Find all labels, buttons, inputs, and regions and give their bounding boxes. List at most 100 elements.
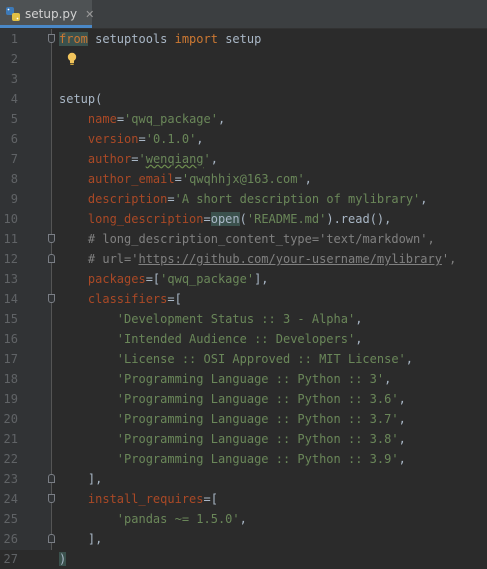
code-line[interactable]: 27)	[0, 549, 487, 569]
fold-close-icon[interactable]	[48, 534, 55, 543]
code-token: ,	[398, 392, 406, 406]
code-line[interactable]: 13 packages=['qwq_package'],	[0, 269, 487, 289]
code-line[interactable]: 6 version='0.1.0',	[0, 129, 487, 149]
code-token: install_requires	[87, 492, 204, 506]
fold-open-icon[interactable]	[48, 234, 55, 243]
code-line[interactable]: 17 'License :: OSI Approved :: MIT Licen…	[0, 349, 487, 369]
tab-label: setup.py	[25, 7, 78, 21]
code-token: 'A short description of mylibrary'	[174, 192, 421, 206]
code-text: ],	[59, 529, 102, 549]
code-token: =	[174, 172, 182, 186]
code-line[interactable]: 11 # long_description_content_type='text…	[0, 229, 487, 249]
fold-open-icon[interactable]	[48, 494, 55, 503]
code-token: '	[138, 152, 146, 166]
fold-open-icon[interactable]	[48, 34, 55, 43]
code-token: https://github.com/your-username/mylibra…	[138, 252, 442, 266]
code-token: 'Programming Language :: Python :: 3.6'	[116, 392, 399, 406]
code-line[interactable]: 23 ],	[0, 469, 487, 489]
code-token: version	[87, 132, 139, 146]
code-token: # url='	[87, 252, 139, 266]
code-token: setup	[217, 32, 262, 46]
code-line[interactable]: 20 'Programming Language :: Python :: 3.…	[0, 409, 487, 429]
code-token: =	[138, 132, 146, 146]
code-token: =	[131, 152, 139, 166]
code-line[interactable]: 25 'pandas ~= 1.5.0',	[0, 509, 487, 529]
code-text: 'Programming Language :: Python :: 3.8',	[59, 429, 406, 449]
code-token: 'qwq_package'	[124, 112, 218, 126]
line-number: 20	[3, 412, 18, 426]
code-token: =	[167, 192, 175, 206]
code-line[interactable]: 12 # url='https://github.com/your-userna…	[0, 249, 487, 269]
code-line[interactable]: 3	[0, 69, 487, 89]
line-number: 13	[3, 272, 18, 286]
code-token: ,	[217, 112, 226, 126]
code-token: 'Programming Language :: Python :: 3.9'	[116, 452, 399, 466]
code-line[interactable]: 15 'Development Status :: 3 - Alpha',	[0, 309, 487, 329]
code-line[interactable]: 22 'Programming Language :: Python :: 3.…	[0, 449, 487, 469]
line-number: 6	[10, 132, 18, 146]
code-line[interactable]: 4 setup(	[0, 89, 487, 109]
code-token: 'qwq_package'	[160, 272, 255, 286]
code-line[interactable]: 1 from setuptools import setup	[0, 29, 487, 49]
code-line[interactable]: 10 long_description=open('README.md').re…	[0, 209, 487, 229]
code-token: ,	[384, 372, 392, 386]
code-token: 'Programming Language :: Python :: 3'	[116, 372, 385, 386]
code-token: classifiers	[87, 292, 168, 306]
code-line[interactable]: 5 name='qwq_package',	[0, 109, 487, 129]
fold-close-icon[interactable]	[48, 254, 55, 263]
code-editor[interactable]: 1 from setuptools import setup 2 3 4 setup(5 …	[0, 29, 487, 566]
code-text: packages=['qwq_package'],	[59, 269, 269, 289]
code-token: =[	[145, 272, 161, 286]
code-token: 'Intended Audience :: Developers'	[116, 332, 356, 346]
close-icon[interactable]: ✕	[85, 9, 94, 20]
code-token: packages	[87, 272, 146, 286]
line-number: 22	[3, 452, 18, 466]
code-token: ,	[398, 432, 406, 446]
code-line[interactable]: 7 author='wenqiang',	[0, 149, 487, 169]
code-token: =[	[167, 292, 182, 306]
code-token: 'pandas ~= 1.5.0'	[116, 512, 240, 526]
line-number: 14	[3, 292, 18, 306]
tab-setup-py[interactable]: setup.py ✕	[0, 0, 94, 28]
fold-close-icon[interactable]	[48, 474, 55, 483]
line-number: 23	[3, 472, 18, 486]
code-line[interactable]: 18 'Programming Language :: Python :: 3'…	[0, 369, 487, 389]
code-line[interactable]: 9 description='A short description of my…	[0, 189, 487, 209]
code-token: 'Programming Language :: Python :: 3.7'	[116, 412, 399, 426]
code-line[interactable]: 24 install_requires=[	[0, 489, 487, 509]
line-number: 26	[3, 532, 18, 546]
code-token: author_email	[87, 172, 175, 186]
code-text: version='0.1.0',	[59, 129, 204, 149]
code-text: # url='https://github.com/your-username/…	[59, 249, 456, 269]
code-text: author_email='qwqhhjx@163.com',	[59, 169, 312, 189]
code-text: description='A short description of myli…	[59, 189, 428, 209]
fold-open-icon[interactable]	[48, 294, 55, 303]
code-text: 'Programming Language :: Python :: 3',	[59, 369, 392, 389]
line-number: 4	[10, 92, 18, 106]
lightbulb-icon[interactable]	[64, 51, 80, 67]
code-line[interactable]: 2	[0, 49, 487, 69]
code-line[interactable]: 16 'Intended Audience :: Developers',	[0, 329, 487, 349]
code-token: =	[116, 112, 125, 126]
code-token: ,	[239, 512, 247, 526]
code-line[interactable]: 8 author_email='qwqhhjx@163.com',	[0, 169, 487, 189]
code-text: 'Programming Language :: Python :: 3.9',	[59, 449, 406, 469]
line-number: 17	[3, 352, 18, 366]
code-line[interactable]: 26 ],	[0, 529, 487, 549]
line-number: 2	[10, 52, 18, 66]
line-number: 24	[3, 492, 18, 506]
code-line[interactable]: 21 'Programming Language :: Python :: 3.…	[0, 429, 487, 449]
code-text: 'Programming Language :: Python :: 3.7',	[59, 409, 406, 429]
code-token: open	[210, 212, 240, 226]
code-token: ,	[398, 412, 406, 426]
code-line[interactable]: 19 'Programming Language :: Python :: 3.…	[0, 389, 487, 409]
code-line[interactable]: 14 classifiers=[	[0, 289, 487, 309]
